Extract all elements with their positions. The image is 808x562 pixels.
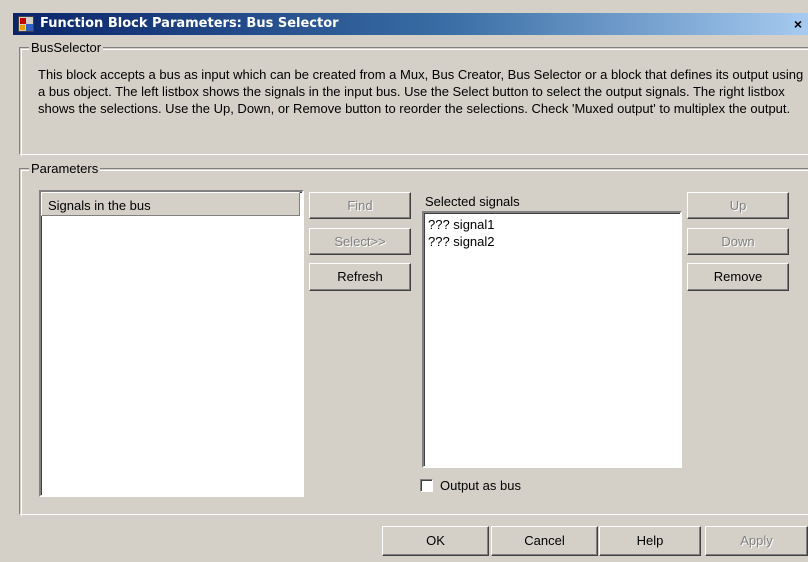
list-item[interactable]: ??? signal2 bbox=[424, 233, 680, 250]
block-description: This block accepts a bus as input which … bbox=[38, 67, 804, 116]
up-button[interactable]: Up bbox=[687, 192, 789, 219]
list-item[interactable]: ??? signal1 bbox=[424, 216, 680, 233]
select-button[interactable]: Select>> bbox=[309, 228, 411, 255]
bus-selector-group-label: BusSelector bbox=[29, 40, 104, 55]
dialog-window: Function Block Parameters: Bus Selector … bbox=[0, 0, 808, 562]
close-button[interactable]: × bbox=[788, 15, 808, 33]
window-title: Function Block Parameters: Bus Selector bbox=[40, 16, 339, 31]
parameters-group-label: Parameters bbox=[29, 161, 101, 176]
apply-button[interactable]: Apply bbox=[705, 526, 808, 556]
simulink-block-icon bbox=[18, 16, 34, 32]
output-as-bus-checkbox[interactable] bbox=[420, 479, 433, 492]
output-as-bus-label[interactable]: Output as bus bbox=[440, 478, 521, 493]
refresh-button[interactable]: Refresh bbox=[309, 263, 411, 291]
remove-button[interactable]: Remove bbox=[687, 263, 789, 291]
ok-button[interactable]: OK bbox=[382, 526, 489, 556]
title-bar[interactable]: Function Block Parameters: Bus Selector … bbox=[13, 13, 808, 35]
help-button[interactable]: Help bbox=[599, 526, 701, 556]
close-icon: × bbox=[793, 16, 803, 32]
signals-in-bus-header: Signals in the bus bbox=[41, 192, 300, 216]
selected-signals-listbox[interactable]: ??? signal1 ??? signal2 bbox=[422, 211, 682, 468]
selected-signals-label: Selected signals bbox=[425, 194, 520, 209]
down-button[interactable]: Down bbox=[687, 228, 789, 255]
cancel-button[interactable]: Cancel bbox=[491, 526, 598, 556]
find-button[interactable]: Find bbox=[309, 192, 411, 219]
signals-in-bus-listbox[interactable] bbox=[39, 190, 304, 497]
